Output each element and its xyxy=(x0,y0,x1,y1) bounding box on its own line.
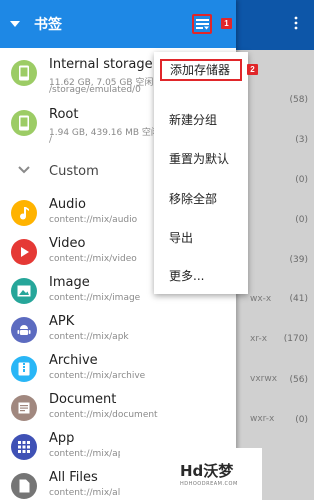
bookmark-title: All Files xyxy=(49,470,98,485)
chevron-down-icon xyxy=(18,166,30,174)
menu-item-add-storage[interactable]: 添加存储器 xyxy=(160,59,242,81)
bookmark-title: Image xyxy=(49,275,90,290)
folder-count: (0) xyxy=(295,415,308,425)
storage-title: Root xyxy=(49,107,79,122)
drawer-title: 书签 xyxy=(34,17,62,33)
permission-text: xr-x xyxy=(250,334,268,344)
bookmark-path: content://mix/archive xyxy=(49,371,146,381)
bookmark-path: content://mix/all xyxy=(49,488,123,498)
drawer-header: 书签 1 xyxy=(0,0,236,48)
folder-count: (41) xyxy=(289,294,308,304)
storage-path: / xyxy=(49,135,53,145)
music-note-icon xyxy=(11,200,37,226)
storage-path: /storage/emulated/0 xyxy=(49,85,141,95)
bookmark-path: content://mix/apk xyxy=(49,332,129,342)
bookmark-item-document[interactable]: Document content://mix/document xyxy=(0,389,236,427)
dropdown-arrow-icon[interactable] xyxy=(10,21,20,27)
menu-item-new-group[interactable]: 新建分组 xyxy=(154,102,248,138)
bookmark-title: Video xyxy=(49,236,86,251)
bookmark-title: Archive xyxy=(49,353,98,368)
document-icon xyxy=(11,395,37,421)
permission-text: wx-x xyxy=(250,294,272,304)
menu-item-export[interactable]: 导出 xyxy=(154,220,248,256)
folder-count: (3) xyxy=(295,135,308,145)
bookmark-title: APK xyxy=(49,314,75,329)
archive-icon xyxy=(11,356,37,382)
bookmark-title: Audio xyxy=(49,197,86,212)
bookmark-path: content://mix/audio xyxy=(49,215,138,225)
watermark: Hd沃梦 HDHOODREAM.COM xyxy=(120,448,262,500)
menu-item-more[interactable]: 更多... xyxy=(154,258,248,294)
more-options-icon[interactable] xyxy=(294,16,298,30)
folder-count: (58) xyxy=(289,95,308,105)
storage-title: Internal storage xyxy=(49,57,153,72)
phone-storage-icon xyxy=(11,60,37,86)
bookmark-path: content://mix/video xyxy=(49,254,137,264)
bookmark-path: content://mix/document xyxy=(49,410,158,420)
bookmark-title: Document xyxy=(49,392,117,407)
watermark-text: Hd沃梦 xyxy=(180,462,234,480)
bookmark-path: content://mix/app xyxy=(49,449,130,459)
storage-size: 1.94 GB, 439.16 MB 空闲 xyxy=(49,128,160,138)
apps-grid-icon xyxy=(11,434,37,460)
folder-count: (39) xyxy=(289,255,308,265)
folder-count: (0) xyxy=(295,175,308,185)
bookmark-options-button[interactable] xyxy=(192,14,212,34)
phone-storage-icon xyxy=(11,110,37,136)
file-icon xyxy=(11,473,37,499)
image-icon xyxy=(11,278,37,304)
bookmark-path: content://mix/image xyxy=(49,293,141,303)
android-icon xyxy=(11,317,37,343)
list-options-icon xyxy=(195,18,209,29)
folder-count: (0) xyxy=(295,215,308,225)
watermark-subtext: HDHOODREAM.COM xyxy=(180,481,238,487)
bookmark-item-apk[interactable]: APK content://mix/apk xyxy=(0,311,236,349)
permission-text: vxrwx xyxy=(250,374,278,384)
custom-group-label: Custom xyxy=(49,164,99,179)
bookmark-options-menu: 添加存储器 新建分组 重置为默认 移除全部 导出 更多... xyxy=(154,52,248,294)
menu-item-reset-default[interactable]: 重置为默认 xyxy=(154,141,248,177)
step-badge-2: 2 xyxy=(247,64,258,75)
play-icon xyxy=(11,239,37,265)
step-badge-1: 1 xyxy=(221,18,232,29)
menu-item-remove-all[interactable]: 移除全部 xyxy=(154,181,248,217)
folder-count: (170) xyxy=(283,334,308,344)
bookmark-item-archive[interactable]: Archive content://mix/archive xyxy=(0,350,236,388)
folder-count: (56) xyxy=(289,375,308,385)
bookmark-title: App xyxy=(49,431,75,446)
permission-text: wxr-x xyxy=(250,414,275,424)
